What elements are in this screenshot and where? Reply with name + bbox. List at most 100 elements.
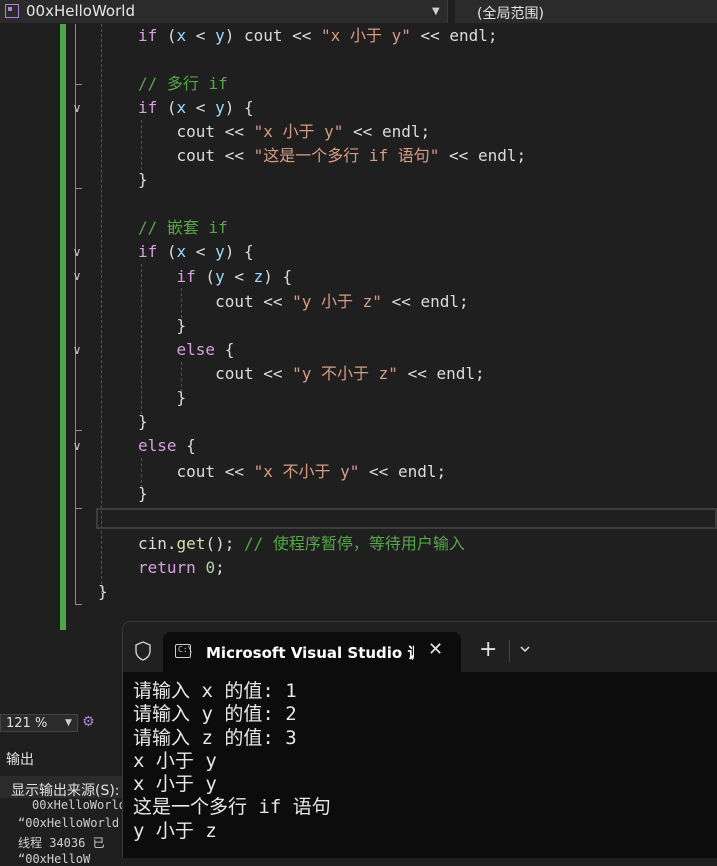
code-line[interactable]: } [138,316,187,336]
collapse-chevron-icon[interactable]: ∨ [70,269,84,283]
code-token: cout << [138,146,254,165]
code-token: } [98,582,108,601]
navigation-bar: 00xHelloWorld ▼ (全局范围) [0,0,717,25]
tab-title: Microsoft Visual Studio 调试控制台 [206,644,414,662]
collapse-chevron-icon[interactable]: ∨ [70,343,84,357]
code-line[interactable]: if (x < y) { [138,98,254,118]
code-token: return [138,558,196,577]
console-icon: C:\ [175,644,192,658]
terminal-line: x 小于 y [133,749,217,772]
collapse-chevron-icon[interactable]: ∨ [70,439,84,453]
code-token: ( [157,242,177,261]
code-line[interactable]: } [138,484,148,504]
code-line[interactable]: cout << "x 不小于 y" << endl; [138,462,447,482]
output-line: 线程 34036 已 [18,836,105,850]
code-token: } [138,170,148,189]
code-token: << endl; [410,26,498,45]
code-token: (); [205,534,244,553]
terminal-title-bar: C:\ Microsoft Visual Studio 调试控制台 ✕ + [123,622,717,672]
output-line: 00xHelloWorld [32,798,125,812]
chevron-down-icon[interactable]: ▼ [432,6,440,17]
code-token: "y 小于 z" [292,292,382,311]
outline-line-end [75,604,82,605]
divider [509,640,510,662]
code-token: ) { [224,98,254,117]
outline-line-end [75,188,82,189]
shield-icon [135,641,151,661]
zoom-level: 121 % [6,716,48,731]
code-token: cout << [138,122,254,141]
code-token: ( [195,267,216,286]
code-token: << endl; [381,292,469,311]
terminal-line: 请输入 y 的值: 2 [133,703,297,726]
code-line[interactable]: } [98,582,108,602]
code-line[interactable]: cout << "x 小于 y" << endl; [138,122,431,142]
close-icon[interactable]: ✕ [428,639,443,660]
code-line[interactable]: cout << "这是一个多行 if 语句" << endl; [138,146,527,166]
outline-line-end [75,430,82,431]
code-editor[interactable]: ∨ ∨ ∨ ∨ ∨ if (x < y) cout << "x 小于 y" <<… [0,24,717,714]
collapse-chevron-icon[interactable]: ∨ [70,245,84,259]
code-line[interactable]: cin.get(); // 使程序暂停，等待用户输入 [138,534,465,554]
debug-console-window[interactable]: C:\ Microsoft Visual Studio 调试控制台 ✕ + 请输… [122,621,717,858]
code-line[interactable]: if (x < y) { [138,242,254,262]
code-token: ) cout << [224,26,322,45]
code-token: << endl; [343,122,431,141]
code-token: cout << [138,364,293,383]
code-token: "x 小于 y" [253,122,344,141]
outline-line-end [75,508,82,509]
output-panel-title: 输出 [6,752,34,768]
new-tab-button[interactable]: + [479,639,497,661]
collapse-chevron-icon[interactable]: ∨ [70,101,84,115]
code-line[interactable]: } [138,170,148,190]
code-token: "x 不小于 y" [253,462,360,481]
chevron-down-icon[interactable] [518,642,532,656]
code-token: x [176,242,187,261]
code-token: if [176,267,196,286]
code-token: ( [157,26,177,45]
terminal-line: 这是一个多行 if 语句 [133,796,331,819]
code-line[interactable]: cout << "y 小于 z" << endl; [138,292,469,312]
code-token: x [176,98,187,117]
code-token: ; [215,558,225,577]
code-token: < [186,26,216,45]
code-token: < [186,242,216,261]
code-line[interactable]: else { [138,340,235,360]
code-line[interactable]: // 多行 if [138,74,228,94]
code-token: { [176,436,196,455]
code-line[interactable]: else { [138,436,196,456]
code-health-icon[interactable]: ⚙ [82,714,96,730]
code-token: "x 小于 y" [321,26,411,45]
scope-name: (全局范围) [477,6,544,22]
output-line: “00xHelloW [18,852,91,866]
code-token: { [215,340,235,359]
zoom-dropdown[interactable]: 121 % ▼ [0,714,78,732]
code-token: y [215,242,225,261]
code-line[interactable]: if (y < z) { [138,267,293,287]
terminal-tab[interactable]: C:\ Microsoft Visual Studio 调试控制台 ✕ [163,632,461,672]
code-line[interactable]: cout << "y 不小于 z" << endl; [138,364,485,384]
code-token: } [138,316,187,335]
code-token: // 使程序暂停，等待用户输入 [243,534,465,553]
code-line[interactable]: } [138,388,187,408]
scope-dropdown[interactable]: (全局范围) [455,0,717,23]
code-token: } [138,412,148,431]
code-line[interactable]: if (x < y) cout << "x 小于 y" << endl; [138,26,498,46]
code-token: "这是一个多行 if 语句" [253,146,440,165]
code-line[interactable]: // 嵌套 if [138,218,228,238]
code-token: if [138,98,158,117]
code-token: z [253,267,264,286]
current-line-highlight [96,508,717,529]
code-token: y [215,26,225,45]
code-token: 0 [205,558,216,577]
code-line[interactable]: return 0; [138,558,225,578]
project-dropdown[interactable]: 00xHelloWorld ▼ [0,0,448,23]
output-source-label: 显示输出来源(S): [11,783,120,799]
terminal-line: 请输入 z 的值: 3 [133,726,297,749]
code-token: if [138,242,158,261]
code-line[interactable]: } [138,412,148,432]
chevron-down-icon[interactable]: ▼ [65,718,72,728]
code-token: } [138,388,187,407]
